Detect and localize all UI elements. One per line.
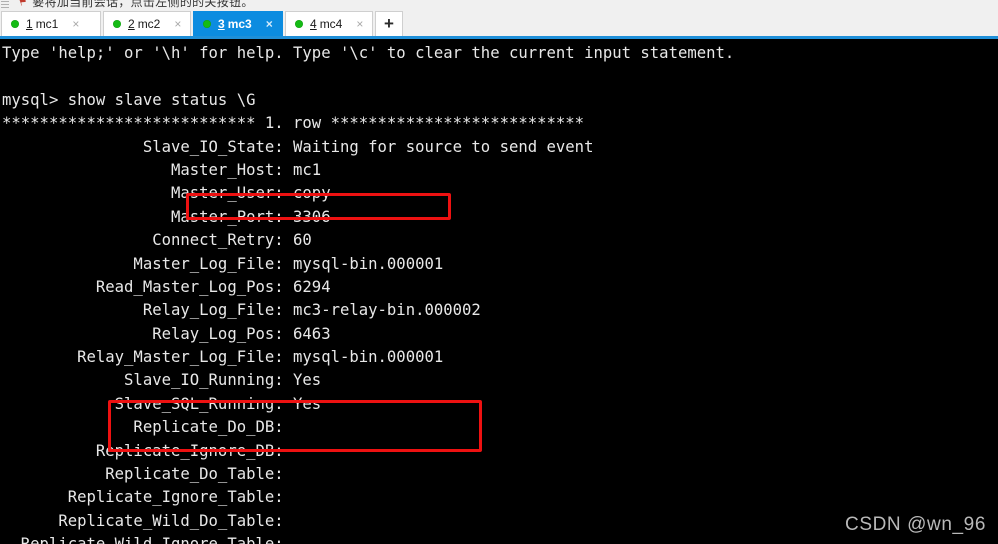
terminal-line: Master_User: copy <box>2 184 331 203</box>
connection-status-icon <box>295 20 303 28</box>
terminal-line: Read_Master_Log_Pos: 6294 <box>2 277 331 296</box>
terminal-line: Replicate_Ignore_Table: <box>2 488 284 507</box>
tab-number: 4 <box>310 17 317 31</box>
pin-icon: ⚑ <box>16 0 29 9</box>
tab-label: mc4 <box>319 17 343 31</box>
terminal-line: Connect_Retry: 60 <box>2 231 312 250</box>
close-icon[interactable]: × <box>266 18 273 30</box>
terminal-output-pane[interactable]: Type 'help;' or '\h' for help. Type '\c'… <box>0 39 998 544</box>
tab-bar: 1 mc1 × 2 mc2 × 3 mc3 × 4 mc4 × + <box>0 9 998 36</box>
terminal-line: Replicate_Wild_Do_Table: <box>2 511 284 530</box>
watermark: CSDN @wn_96 <box>845 514 986 535</box>
tab-number: 1 <box>26 17 33 31</box>
connection-status-icon <box>203 20 211 28</box>
terminal-line: *************************** 1. row *****… <box>2 114 585 133</box>
terminal-line: Replicate_Wild_Ignore_Table: <box>2 533 734 544</box>
terminal-line: Slave_IO_Running: Yes <box>2 371 322 390</box>
terminal-line: Master_Host: mc1 <box>2 160 322 179</box>
terminal-line: Master_Port: 3306 <box>2 207 331 226</box>
terminal-line: Slave_IO_State: Waiting for source to se… <box>2 137 594 156</box>
terminal-text: Type 'help;' or '\h' for help. Type '\c'… <box>2 42 734 544</box>
tab-number: 2 <box>128 17 135 31</box>
terminal-line: Relay_Master_Log_File: mysql-bin.000001 <box>2 348 444 367</box>
new-tab-button[interactable]: + <box>375 11 403 36</box>
tab-mc2[interactable]: 2 mc2 × <box>103 11 191 36</box>
tab-label: mc2 <box>137 17 161 31</box>
terminal-line: Relay_Log_File: mc3-relay-bin.000002 <box>2 301 481 320</box>
terminal-line: Master_Log_File: mysql-bin.000001 <box>2 254 444 273</box>
terminal-line: Slave_SQL_Running: Yes <box>2 394 322 413</box>
tab-number: 3 <box>218 17 225 31</box>
terminal-window: ⚑ 要将加当前会话，点击左侧的的关按钮。 1 mc1 × 2 mc2 × 3 m… <box>0 0 998 544</box>
toolbar-hint-text: 要将加当前会话，点击左侧的的关按钮。 <box>32 0 254 9</box>
tab-mc3[interactable]: 3 mc3 × <box>193 11 283 36</box>
tab-label: mc1 <box>35 17 59 31</box>
terminal-line: Replicate_Do_DB: <box>2 418 284 437</box>
tab-label: mc3 <box>227 17 252 31</box>
close-icon[interactable]: × <box>174 18 181 30</box>
connection-status-icon <box>11 20 19 28</box>
terminal-line: Replicate_Do_Table: <box>2 465 284 484</box>
terminal-line: Replicate_Ignore_DB: <box>2 441 284 460</box>
tab-mc1[interactable]: 1 mc1 × <box>1 11 101 36</box>
toolbar-drag-handle[interactable] <box>1 0 9 9</box>
close-icon[interactable]: × <box>356 18 363 30</box>
close-icon[interactable]: × <box>72 18 79 30</box>
connection-status-icon <box>113 20 121 28</box>
terminal-line: Relay_Log_Pos: 6463 <box>2 324 331 343</box>
terminal-line: mysql> show slave status \G <box>2 90 256 109</box>
terminal-line: Type 'help;' or '\h' for help. Type '\c'… <box>2 44 735 62</box>
toolbar-strip: ⚑ 要将加当前会话，点击左侧的的关按钮。 <box>0 0 998 9</box>
tab-mc4[interactable]: 4 mc4 × <box>285 11 373 36</box>
